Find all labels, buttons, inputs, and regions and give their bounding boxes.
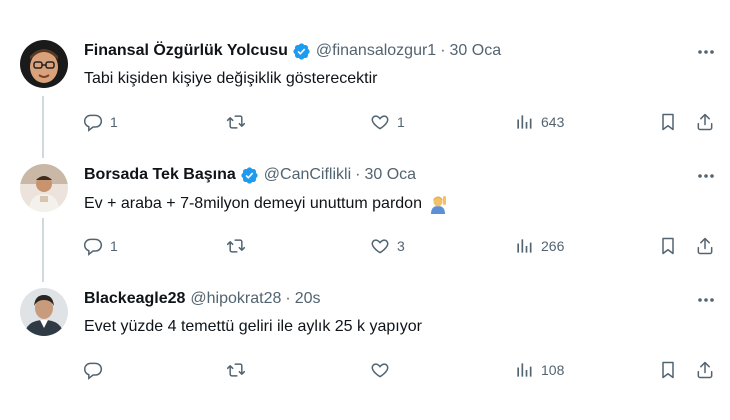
timestamp[interactable]: 30 Oca xyxy=(450,42,502,60)
avatar[interactable] xyxy=(20,40,68,88)
views-icon xyxy=(517,239,532,253)
repost-button[interactable] xyxy=(226,358,253,382)
action-bar: 1 1 643 xyxy=(0,110,730,134)
more-icon[interactable] xyxy=(696,42,716,62)
views-icon xyxy=(517,115,532,129)
share-icon xyxy=(697,237,713,255)
repost-icon xyxy=(226,239,246,253)
handle[interactable]: @finansalozgur1 xyxy=(316,42,436,60)
display-name[interactable]: Finansal Özgürlük Yolcusu xyxy=(84,42,288,60)
handle[interactable]: @hipokrat28 xyxy=(190,290,281,308)
share-button[interactable] xyxy=(695,234,715,258)
avatar[interactable] xyxy=(20,288,68,336)
bookmark-icon xyxy=(662,113,674,131)
more-icon[interactable] xyxy=(696,166,716,186)
like-button[interactable]: 1 xyxy=(370,110,405,134)
action-bar: 1 3 266 xyxy=(0,234,730,258)
timestamp[interactable]: 30 Oca xyxy=(364,166,416,184)
share-icon xyxy=(697,361,713,379)
views-icon xyxy=(517,363,532,377)
reply-count: 1 xyxy=(110,238,118,254)
avatar[interactable] xyxy=(20,164,68,212)
reply-icon xyxy=(83,114,103,132)
repost-icon xyxy=(226,363,246,377)
views-button[interactable]: 108 xyxy=(514,358,564,382)
more-icon[interactable] xyxy=(696,290,716,310)
tweet-text: Ev + araba + 7-8milyon demeyi unuttum pa… xyxy=(84,194,448,214)
verified-badge-icon xyxy=(240,166,259,185)
tweet[interactable]: Blackeagle28 @hipokrat28 · 20s Evet yüzd… xyxy=(0,288,730,398)
separator: · xyxy=(440,42,446,59)
action-bar: 108 xyxy=(0,358,730,382)
like-icon xyxy=(371,239,389,254)
repost-button[interactable] xyxy=(226,110,253,134)
repost-button[interactable] xyxy=(226,234,253,258)
views-count: 643 xyxy=(541,114,565,130)
like-count: 3 xyxy=(397,238,405,254)
repost-icon xyxy=(226,115,246,129)
views-button[interactable]: 643 xyxy=(514,110,564,134)
separator: · xyxy=(285,290,291,307)
verified-badge-icon xyxy=(292,42,311,61)
separator: · xyxy=(355,166,361,183)
tweet-text-content: Tabi kişiden kişiye değişiklik gösterece… xyxy=(84,70,378,87)
reply-icon xyxy=(83,238,103,256)
reply-button[interactable] xyxy=(83,358,110,382)
share-icon xyxy=(697,113,713,131)
bookmark-icon xyxy=(662,237,674,255)
reply-button[interactable]: 1 xyxy=(83,110,118,134)
like-button[interactable] xyxy=(370,358,397,382)
views-button[interactable]: 266 xyxy=(514,234,564,258)
bookmark-icon xyxy=(662,361,674,379)
tweet-text: Evet yüzde 4 temettü geliri ile aylık 25… xyxy=(84,318,422,336)
like-count: 1 xyxy=(397,114,405,130)
display-name[interactable]: Borsada Tek Başına xyxy=(84,166,236,184)
views-count: 108 xyxy=(541,362,565,378)
person-raising-hand-emoji xyxy=(428,194,448,214)
bookmark-button[interactable] xyxy=(658,234,678,258)
like-icon xyxy=(371,363,389,378)
tweet-text: Tabi kişiden kişiye değişiklik gösterece… xyxy=(84,70,377,88)
handle[interactable]: @CanCiflikli xyxy=(264,166,351,184)
share-button[interactable] xyxy=(695,110,715,134)
reply-button[interactable]: 1 xyxy=(83,234,118,258)
like-icon xyxy=(371,115,389,130)
tweet[interactable]: Finansal Özgürlük Yolcusu @finansalozgur… xyxy=(0,40,730,150)
reply-icon xyxy=(83,362,103,380)
share-button[interactable] xyxy=(695,358,715,382)
bookmark-button[interactable] xyxy=(658,358,678,382)
bookmark-button[interactable] xyxy=(658,110,678,134)
display-name[interactable]: Blackeagle28 xyxy=(84,290,185,308)
like-button[interactable]: 3 xyxy=(370,234,405,258)
views-count: 266 xyxy=(541,238,565,254)
tweet[interactable]: Borsada Tek Başına @CanCiflikli · 30 Oca… xyxy=(0,164,730,274)
reply-count: 1 xyxy=(110,114,118,130)
tweet-text-content: Ev + araba + 7-8milyon demeyi unuttum pa… xyxy=(84,195,422,212)
timestamp[interactable]: 20s xyxy=(295,290,321,308)
tweet-text-content: Evet yüzde 4 temettü geliri ile aylık 25… xyxy=(84,318,422,335)
